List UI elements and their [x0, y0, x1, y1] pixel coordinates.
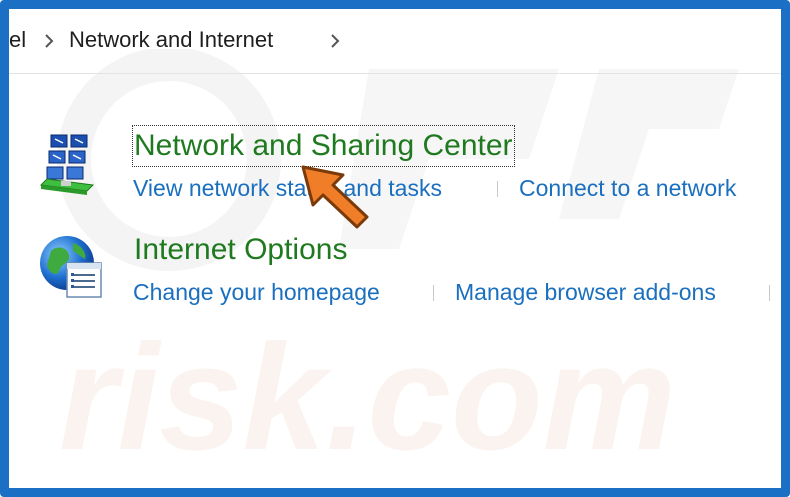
pointer-arrow-icon [301, 165, 369, 229]
task-divider [497, 181, 498, 197]
network-sharing-center-link[interactable]: Network and Sharing Center [132, 125, 515, 167]
breadcrumb-item-control-panel[interactable]: el [9, 27, 26, 53]
task-divider [433, 285, 434, 301]
view-network-status-link[interactable]: View network status and tasks [133, 175, 442, 202]
chevron-right-icon[interactable] [327, 33, 343, 49]
internet-options-icon[interactable] [37, 233, 105, 301]
breadcrumb-item-network-internet[interactable]: Network and Internet [69, 27, 273, 53]
chevron-right-icon[interactable] [41, 33, 57, 49]
watermark-text: risk.com [59, 313, 676, 479]
change-homepage-link[interactable]: Change your homepage [133, 279, 380, 306]
manage-addons-link[interactable]: Manage browser add-ons [455, 279, 716, 306]
control-panel-window: risk.com el Network and Internet Network… [9, 9, 781, 488]
internet-options-link[interactable]: Internet Options [134, 231, 347, 269]
network-sharing-icon[interactable] [37, 129, 105, 197]
connect-to-network-link[interactable]: Connect to a network [519, 175, 736, 202]
task-divider [769, 285, 770, 301]
address-bar[interactable]: el Network and Internet [9, 9, 781, 74]
screenshot-frame: risk.com el Network and Internet Network… [0, 0, 790, 497]
